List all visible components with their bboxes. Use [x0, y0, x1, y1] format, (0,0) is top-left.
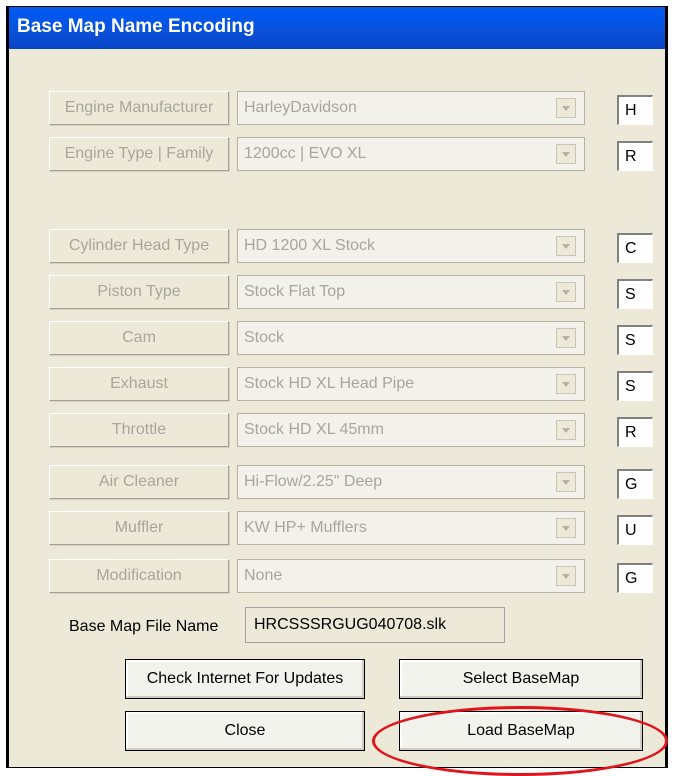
cam-select[interactable]: Stock — [237, 321, 585, 355]
cylinder-head-type-value: HD 1200 XL Stock — [244, 237, 376, 254]
piston-type-button[interactable]: Piston Type — [49, 275, 229, 309]
file-name-label: Base Map File Name — [69, 618, 219, 635]
throttle-code[interactable]: R — [617, 417, 653, 447]
exhaust-code[interactable]: S — [617, 371, 653, 401]
piston-type-code[interactable]: S — [617, 279, 653, 309]
chevron-down-icon[interactable] — [556, 472, 576, 492]
piston-type-value: Stock Flat Top — [244, 283, 346, 300]
engine-type-button[interactable]: Engine Type | Family — [49, 137, 229, 171]
close-button[interactable]: Close — [125, 711, 365, 751]
air-cleaner-value: Hi-Flow/2.25" Deep — [244, 473, 383, 490]
file-name-field[interactable]: HRCSSSRGUG040708.slk — [245, 607, 505, 643]
air-cleaner-button[interactable]: Air Cleaner — [49, 465, 229, 499]
modification-button[interactable]: Modification — [49, 559, 229, 593]
engine-manufacturer-value: HarleyDavidson — [244, 99, 357, 116]
engine-type-value: 1200cc | EVO XL — [244, 145, 367, 162]
highlight-circle — [372, 706, 668, 776]
exhaust-button[interactable]: Exhaust — [49, 367, 229, 401]
modification-value: None — [244, 567, 283, 584]
muffler-select[interactable]: KW HP+ Mufflers — [237, 511, 585, 545]
modification-select[interactable]: None — [237, 559, 585, 593]
select-basemap-button[interactable]: Select BaseMap — [399, 659, 643, 699]
cam-code[interactable]: S — [617, 325, 653, 355]
engine-type-code[interactable]: R — [617, 141, 653, 171]
cam-value: Stock — [244, 329, 285, 346]
air-cleaner-select[interactable]: Hi-Flow/2.25" Deep — [237, 465, 585, 499]
cam-button[interactable]: Cam — [49, 321, 229, 355]
engine-manufacturer-select[interactable]: HarleyDavidson — [237, 91, 585, 125]
chevron-down-icon[interactable] — [556, 374, 576, 394]
muffler-button[interactable]: Muffler — [49, 511, 229, 545]
base-map-dialog: Base Map Name Encoding Engine Manufactur… — [6, 6, 668, 768]
engine-manufacturer-button[interactable]: Engine Manufacturer — [49, 91, 229, 125]
chevron-down-icon[interactable] — [556, 98, 576, 118]
engine-manufacturer-code[interactable]: H — [617, 95, 653, 125]
exhaust-value: Stock HD XL Head Pipe — [244, 375, 415, 392]
window-title: Base Map Name Encoding — [9, 7, 665, 49]
chevron-down-icon[interactable] — [556, 566, 576, 586]
modification-code[interactable]: G — [617, 563, 653, 593]
muffler-value: KW HP+ Mufflers — [244, 519, 367, 536]
exhaust-select[interactable]: Stock HD XL Head Pipe — [237, 367, 585, 401]
piston-type-select[interactable]: Stock Flat Top — [237, 275, 585, 309]
throttle-button[interactable]: Throttle — [49, 413, 229, 447]
chevron-down-icon[interactable] — [556, 420, 576, 440]
chevron-down-icon[interactable] — [556, 518, 576, 538]
air-cleaner-code[interactable]: G — [617, 469, 653, 499]
throttle-select[interactable]: Stock HD XL 45mm — [237, 413, 585, 447]
chevron-down-icon[interactable] — [556, 282, 576, 302]
cylinder-head-type-button[interactable]: Cylinder Head Type — [49, 229, 229, 263]
chevron-down-icon[interactable] — [556, 328, 576, 348]
engine-type-select[interactable]: 1200cc | EVO XL — [237, 137, 585, 171]
throttle-value: Stock HD XL 45mm — [244, 421, 384, 438]
muffler-code[interactable]: U — [617, 515, 653, 545]
chevron-down-icon[interactable] — [556, 144, 576, 164]
cylinder-head-type-select[interactable]: HD 1200 XL Stock — [237, 229, 585, 263]
chevron-down-icon[interactable] — [556, 236, 576, 256]
cylinder-head-type-code[interactable]: C — [617, 233, 653, 263]
check-updates-button[interactable]: Check Internet For Updates — [125, 659, 365, 699]
